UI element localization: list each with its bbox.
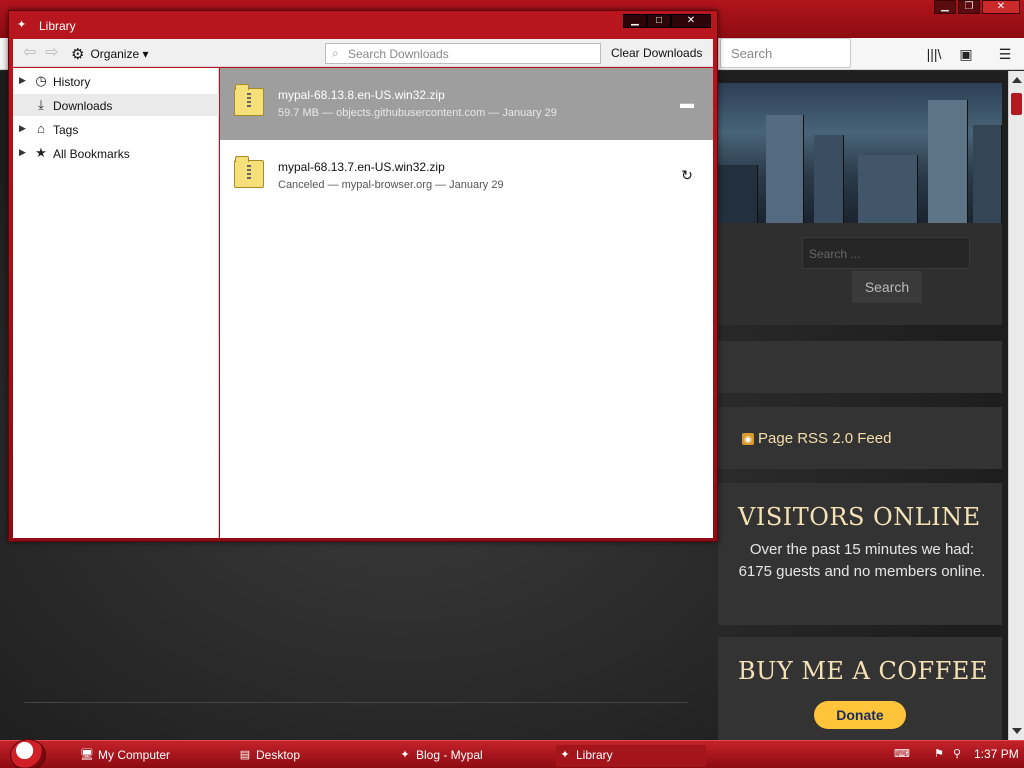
building-shape (973, 125, 1002, 225)
taskbar-item-label: My Computer (98, 748, 171, 762)
tree-item-label: History (53, 75, 91, 89)
building-shape (718, 165, 758, 225)
browser-window-controls: ▁ ❐ ✕ (934, 0, 1020, 14)
star-icon: ★ (35, 145, 47, 160)
search-icon[interactable]: ⚲ (950, 747, 964, 761)
download-item[interactable]: mypal-68.13.7.en-US.win32.zip Canceled —… (220, 140, 713, 212)
page-divider (24, 702, 688, 703)
search-icon: ⌕ (332, 46, 339, 60)
forward-arrow-icon[interactable]: ⇨ (45, 45, 58, 61)
library-title: Library (39, 19, 76, 33)
download-status: Canceled — mypal-browser.org — January 2… (278, 179, 504, 191)
restore-button[interactable]: ❐ (958, 0, 980, 14)
taskbar: 🖥 My Computer ▤ Desktop ✦ Blog - Mypal ✦… (0, 739, 1024, 768)
building-shape (766, 115, 804, 225)
visitors-title: VISITORS ONLINE (738, 503, 981, 531)
download-item[interactable]: mypal-68.13.8.en-US.win32.zip 59.7 MB — … (220, 68, 713, 140)
zip-file-icon (234, 156, 264, 188)
download-filename: mypal-68.13.7.en-US.win32.zip (278, 160, 445, 174)
taskbar-item-label: Library (576, 748, 613, 762)
network-icon[interactable]: ⚑ (932, 747, 946, 761)
taskbar-item-library[interactable]: ✦ Library (556, 745, 706, 767)
organize-label: Organize (90, 47, 140, 61)
clear-downloads-button[interactable]: Clear Downloads (611, 46, 702, 60)
browser-search-input[interactable]: Search (720, 38, 851, 68)
tag-icon: ⌂ (37, 121, 45, 136)
coffee-title: BUY ME A COFFEE (738, 657, 988, 685)
tree-item-tags[interactable]: ▶ ⌂ Tags (13, 118, 219, 140)
library-titlebar: ✦ Library ▁ □ ✕ (9, 11, 717, 39)
computer-icon: 🖥 (80, 749, 94, 761)
folder-icon[interactable]: ▬ (678, 94, 696, 112)
taskbar-item-label: Blog - Mypal (416, 748, 483, 762)
expand-twisty-icon[interactable]: ▶ (19, 147, 26, 158)
scroll-up-icon[interactable] (1012, 77, 1022, 83)
retry-icon[interactable]: ↻ (678, 166, 696, 184)
page-sidebar: Search ... Search ◉ Page RSS 2.0 Feed VIS… (718, 71, 1005, 747)
downloads-list: mypal-68.13.8.en-US.win32.zip 59.7 MB — … (220, 68, 713, 538)
taskbar-item-blog-mypal[interactable]: ✦ Blog - Mypal (396, 745, 546, 767)
taskbar-item-desktop[interactable]: ▤ Desktop (236, 745, 386, 767)
search-widget: Search ... Search (718, 223, 1002, 325)
tree-item-history[interactable]: ▶ ◷ History (13, 70, 219, 92)
library-tree: ▶ ◷ History ⤓ Downloads ▶ ⌂ Tags ▶ ★ All… (13, 68, 219, 538)
library-icon[interactable]: |||\ (925, 46, 943, 62)
visitors-text: Over the past 15 minutes we had: 6175 gu… (738, 541, 986, 580)
tree-item-downloads[interactable]: ⤓ Downloads (13, 94, 219, 116)
library-close-button[interactable]: ✕ (671, 14, 711, 28)
page-scrollbar[interactable] (1008, 71, 1024, 740)
sidebar-toggle-icon[interactable]: ▣ (957, 46, 975, 62)
library-window: ✦ Library ▁ □ ✕ ⇦ ⇨ ⚙ Organize ▾ ⌕ Search… (8, 10, 718, 542)
dropdown-caret-icon: ▾ (139, 47, 149, 61)
taskbar-item-label: Desktop (256, 748, 301, 762)
tree-item-label: All Bookmarks (53, 147, 130, 161)
start-button[interactable] (10, 739, 46, 768)
rss-link[interactable]: ◉ Page RSS 2.0 Feed (742, 430, 891, 447)
visitors-widget: VISITORS ONLINE Over the past 15 minutes… (718, 483, 1002, 625)
gear-icon: ⚙ (71, 46, 85, 63)
mypal-icon: ✦ (560, 749, 570, 761)
download-arrow-icon: ⤓ (38, 97, 44, 112)
download-filename: mypal-68.13.8.en-US.win32.zip (278, 88, 445, 102)
expand-twisty-icon[interactable]: ▶ (19, 75, 26, 86)
clock-icon: ◷ (35, 73, 47, 88)
scroll-thumb[interactable] (1011, 93, 1022, 115)
tree-item-label: Downloads (53, 99, 113, 113)
library-minimize-button[interactable]: ▁ (623, 14, 647, 28)
header-city-image (718, 83, 1002, 225)
rss-label: Page RSS 2.0 Feed (758, 430, 892, 447)
keyboard-icon[interactable]: ⌨ (894, 747, 910, 761)
mypal-icon: ✦ (400, 749, 410, 761)
mypal-icon: ✦ (17, 19, 27, 31)
rss-widget: ◉ Page RSS 2.0 Feed (718, 407, 1002, 469)
empty-widget (718, 341, 1002, 393)
sidebar-search-button[interactable]: Search (852, 271, 922, 303)
search-downloads-placeholder: Search Downloads (348, 47, 449, 61)
building-shape (858, 155, 918, 225)
menu-icon[interactable]: ☰ (996, 46, 1014, 62)
clock: 1:37 PM (974, 747, 1019, 761)
close-button[interactable]: ✕ (982, 0, 1020, 14)
zip-file-icon (234, 84, 264, 116)
sidebar-search-input[interactable]: Search ... (802, 237, 970, 269)
building-shape (928, 100, 968, 225)
building-shape (814, 135, 844, 225)
organize-button[interactable]: ⚙ Organize ▾ (71, 45, 149, 63)
search-downloads-input[interactable]: ⌕ Search Downloads (325, 43, 601, 64)
desktop-icon: ▤ (239, 749, 251, 761)
library-maximize-button[interactable]: □ (647, 14, 671, 28)
rss-icon: ◉ (742, 433, 754, 445)
back-arrow-icon[interactable]: ⇦ (23, 45, 36, 61)
scroll-down-icon[interactable] (1012, 728, 1022, 734)
library-toolbar: ⇦ ⇨ ⚙ Organize ▾ ⌕ Search Downloads Clear… (13, 39, 713, 67)
coffee-widget: BUY ME A COFFEE Donate (718, 637, 1002, 747)
tree-item-label: Tags (53, 123, 79, 137)
minimize-button[interactable]: ▁ (934, 0, 956, 14)
download-status: 59.7 MB — objects.githubusercontent.com … (278, 107, 557, 119)
taskbar-item-my-computer[interactable]: 🖥 My Computer (78, 745, 228, 767)
expand-twisty-icon[interactable]: ▶ (19, 123, 26, 134)
donate-button[interactable]: Donate (814, 701, 906, 729)
library-window-controls: ▁ □ ✕ (623, 14, 711, 28)
tree-item-all-bookmarks[interactable]: ▶ ★ All Bookmarks (13, 142, 219, 164)
